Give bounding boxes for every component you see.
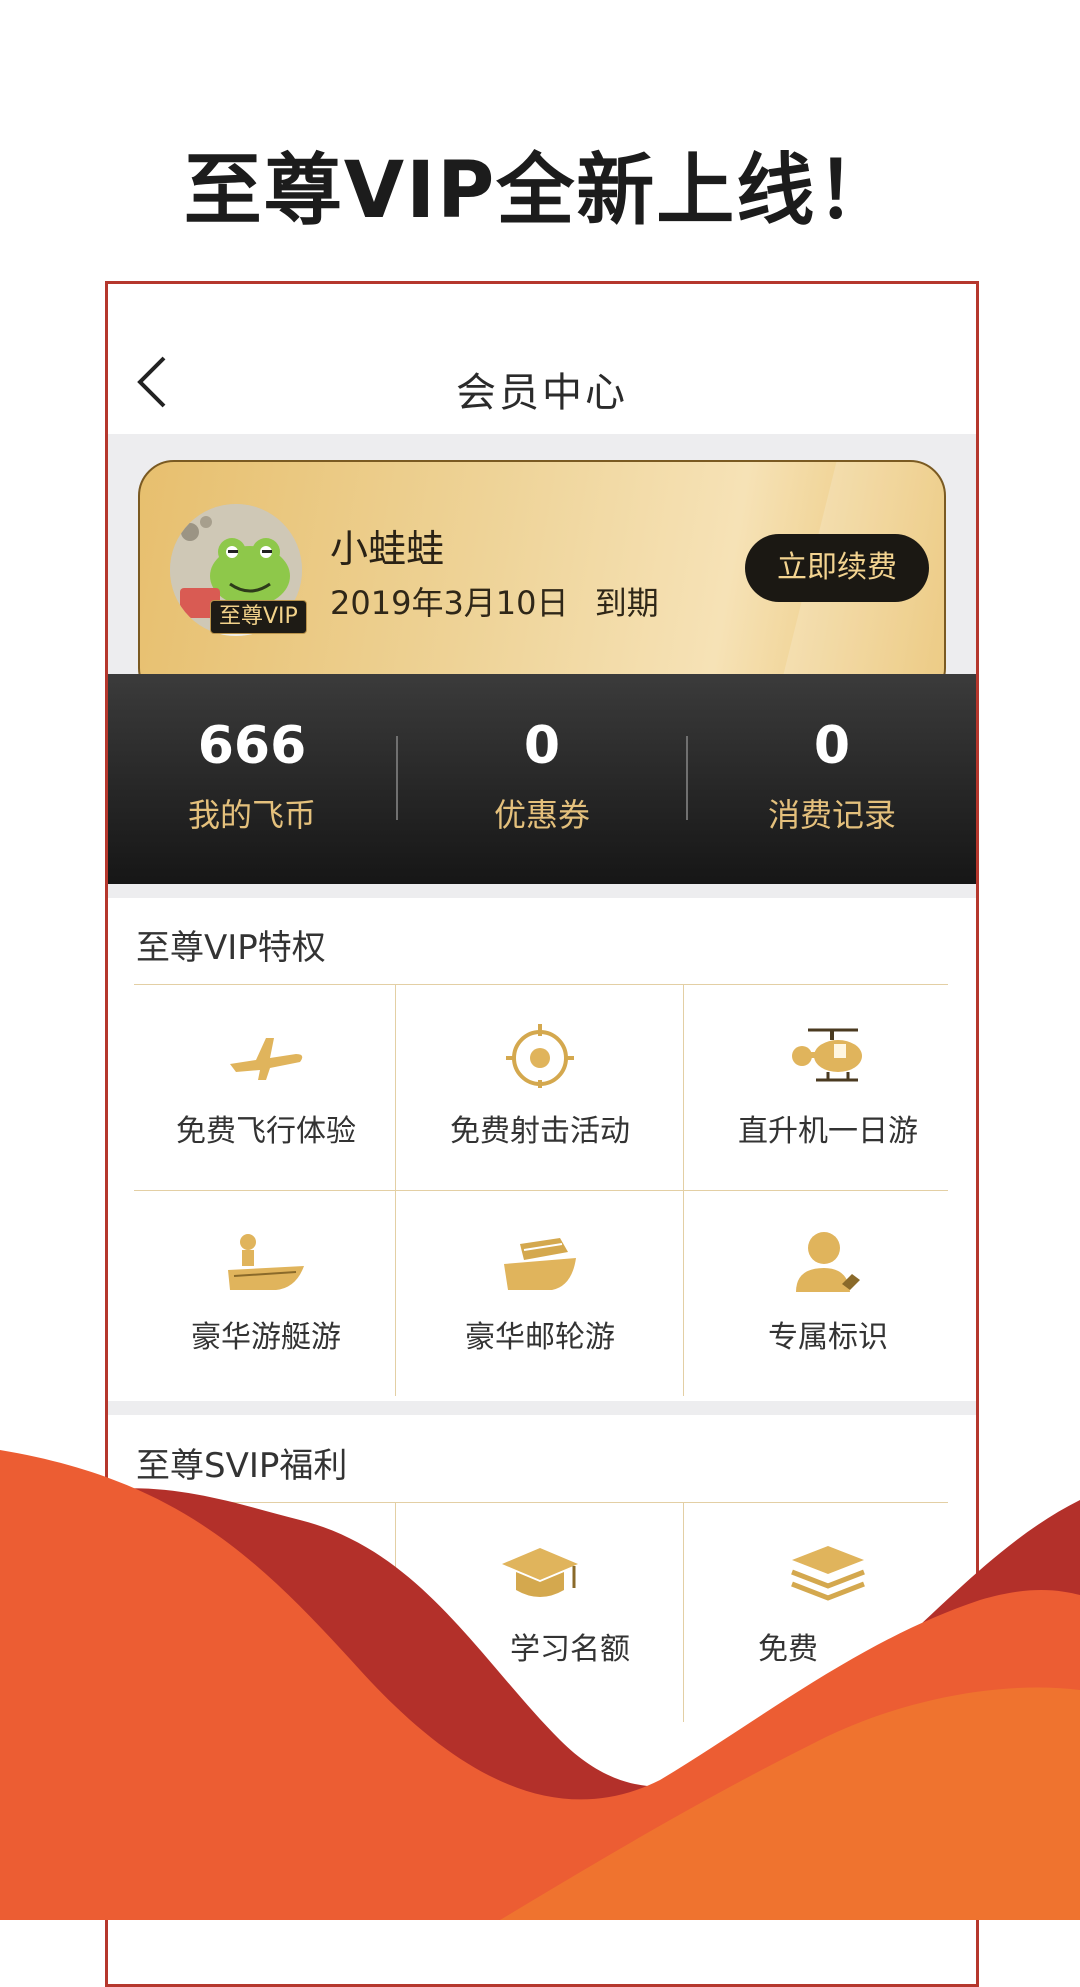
target-icon (506, 1024, 574, 1088)
renew-button[interactable]: 立即续费 (745, 534, 929, 602)
user-badge-icon (796, 1232, 860, 1292)
privilege-helicopter-tour[interactable]: 直升机一日游 (684, 984, 972, 1190)
vip-membership-card: 至尊VIP 小蛙蛙 2019年3月10日 到期 立即续费 (138, 460, 946, 704)
privilege-label: 免费飞行体验 (176, 1114, 356, 1149)
stats-bar: 666 我的飞币 0 优惠券 0 消费记录 (108, 674, 976, 884)
vip-privileges-grid: 免费飞行体验 免费射击活动 直升机一日游 豪华游艇游 豪华邮轮游 专属标识 (134, 984, 948, 1398)
privilege-label: 直升机一日游 (738, 1114, 918, 1149)
helicopter-icon (792, 1028, 862, 1082)
privilege-cruise-tour[interactable]: 豪华邮轮游 (396, 1190, 684, 1396)
stat-label: 消费记录 (767, 796, 896, 834)
section-divider (108, 1401, 976, 1415)
promo-headline: 至尊VIP全新上线！ (183, 146, 897, 236)
username: 小蛙蛙 (330, 527, 445, 571)
section-divider (108, 884, 976, 898)
stat-spending-records[interactable]: 0 消费记录 (688, 674, 976, 884)
speedboat-icon (228, 1234, 304, 1290)
stat-coupons[interactable]: 0 优惠券 (398, 674, 686, 884)
stat-label: 我的飞币 (187, 796, 316, 834)
privilege-label: 豪华游艇游 (191, 1320, 341, 1355)
privilege-free-shooting[interactable]: 免费射击活动 (396, 984, 684, 1190)
expiry-date: 2019年3月10日 (330, 584, 569, 622)
stat-value: 666 (197, 716, 307, 776)
vip-badge: 至尊VIP (210, 600, 307, 634)
stat-value: 0 (523, 716, 561, 776)
privilege-yacht-tour[interactable]: 豪华游艇游 (122, 1190, 410, 1396)
vip-privileges-title: 至尊VIP特权 (136, 928, 326, 968)
stat-label: 优惠券 (493, 796, 590, 834)
stat-value: 0 (813, 716, 851, 776)
page-title: 会员中心 (456, 370, 628, 416)
nav-bar: 会员中心 (108, 284, 976, 434)
privilege-label: 免费射击活动 (450, 1114, 630, 1149)
stat-coins[interactable]: 666 我的飞币 (108, 674, 396, 884)
expiry-suffix: 到期 (594, 584, 659, 622)
privilege-label: 专属标识 (768, 1320, 888, 1355)
privilege-exclusive-badge[interactable]: 专属标识 (684, 1190, 972, 1396)
privilege-label: 豪华邮轮游 (465, 1320, 615, 1355)
expiry-text: 2019年3月10日 到期 (330, 578, 659, 624)
decorative-waves (0, 1450, 1080, 1920)
airplane-icon (230, 1038, 303, 1080)
privilege-free-flight[interactable]: 免费飞行体验 (122, 984, 410, 1190)
cruise-ship-icon (504, 1238, 576, 1290)
